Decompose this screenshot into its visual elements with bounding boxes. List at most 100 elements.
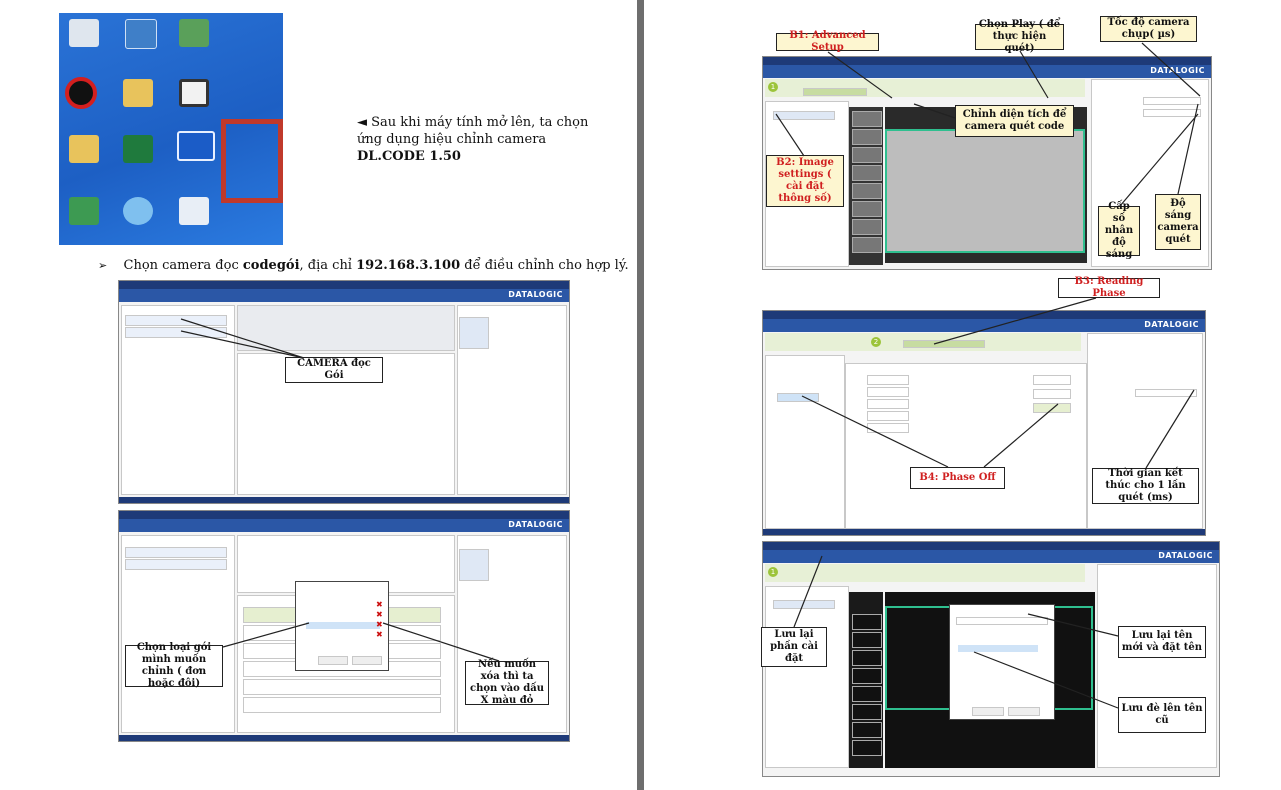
dlcode-app-icon[interactable] (177, 131, 215, 161)
gain-field[interactable] (1143, 109, 1201, 117)
pc-icon (69, 19, 99, 47)
config-name-field[interactable] (956, 617, 1048, 625)
delete-x-icon[interactable]: ✖ (376, 620, 383, 629)
thumbnail[interactable] (852, 632, 882, 648)
advanced-setup-tab[interactable] (803, 88, 867, 96)
camera-speed-callout: Tốc độ camera chụp( µs) (1100, 16, 1197, 42)
device-item[interactable] (125, 327, 227, 338)
delete-hint-callout: Nếu muốn xóa thì ta chọn vào dấu X màu đ… (465, 659, 549, 706)
camera-app-icon (179, 19, 209, 47)
device-selection-screenshot: DATALOGIC CAMERA đọc Gói (118, 280, 570, 504)
phase-node[interactable] (1033, 375, 1071, 385)
right-page: DATALOGIC 1 B1: Advanced Setup Chọn Play… (644, 0, 1281, 790)
folder-icon (69, 197, 99, 225)
task-item[interactable] (243, 679, 441, 695)
config-row[interactable] (306, 612, 380, 619)
menu-bar (119, 281, 569, 289)
caption-bold: 192.168.3.100 (356, 258, 461, 273)
config-row[interactable] (958, 635, 1038, 642)
thumbnail[interactable] (852, 165, 882, 181)
task-item[interactable] (243, 697, 441, 713)
save-config-screenshot: DATALOGIC 1 (762, 541, 1220, 777)
thumbnail[interactable] (852, 614, 882, 630)
exposure-field[interactable] (1143, 97, 1201, 105)
image-settings-node[interactable] (773, 111, 835, 120)
phase-node[interactable] (867, 375, 909, 385)
ok-button[interactable] (972, 707, 1004, 716)
device-item[interactable] (125, 315, 227, 326)
brand-logo: DATALOGIC (1158, 551, 1213, 560)
drop-area (237, 305, 455, 351)
thumbnail[interactable] (852, 668, 882, 684)
image-settings-node[interactable] (773, 600, 835, 609)
page-divider (637, 0, 644, 790)
ok-button[interactable] (318, 656, 348, 665)
caption-text: , địa chỉ (299, 258, 357, 273)
thumbnail[interactable] (852, 686, 882, 702)
toolbar (763, 65, 1211, 78)
phase-node[interactable] (1033, 389, 1071, 399)
play-callout: Chọn Play ( để thực hiện quét) (975, 19, 1064, 54)
phase-node[interactable] (1033, 403, 1071, 413)
qr-icon (179, 79, 209, 107)
app-highlight-box (221, 119, 283, 203)
cancel-button[interactable] (1008, 707, 1040, 716)
thumbnail[interactable] (852, 237, 882, 253)
thumbnail[interactable] (852, 219, 882, 235)
config-row[interactable] (306, 592, 380, 599)
delete-x-icon[interactable]: ✖ (376, 600, 383, 609)
config-row[interactable] (306, 602, 380, 609)
bullet-icon: ➢ (98, 259, 108, 272)
save-config-dialog (949, 604, 1055, 720)
thumbnail[interactable] (852, 147, 882, 163)
configuration-dialog: ✖ ✖ ✖ ✖ (295, 581, 389, 671)
thumbnail[interactable] (852, 722, 882, 738)
b4-callout: B4: Phase Off (910, 467, 1005, 489)
device-item[interactable] (125, 547, 227, 558)
thumbnail[interactable] (852, 650, 882, 666)
status-bar (763, 529, 1205, 535)
config-row[interactable] (958, 665, 1038, 672)
automatic-setup-panel (1097, 564, 1217, 768)
phase-node[interactable] (867, 387, 909, 397)
phase-off-field[interactable] (1135, 389, 1197, 397)
thumbnail[interactable] (852, 183, 882, 199)
setup-step-bar (765, 564, 1085, 582)
network-icon (123, 197, 153, 225)
scan-area[interactable] (885, 129, 1085, 253)
config-row-selected[interactable] (958, 645, 1038, 652)
config-row-selected[interactable] (306, 622, 380, 629)
excel-icon (123, 135, 153, 163)
status-bar (119, 735, 569, 741)
step-number: 1 (768, 82, 778, 92)
delete-x-icon[interactable]: ✖ (376, 630, 383, 639)
tree-panel (765, 586, 849, 768)
cancel-button[interactable] (352, 656, 382, 665)
config-row[interactable] (958, 655, 1038, 662)
thumbnail[interactable] (852, 740, 882, 756)
thumbnail[interactable] (852, 704, 882, 720)
phase-node[interactable] (867, 423, 909, 433)
help-thumbnail (459, 317, 489, 349)
phase-node[interactable] (867, 399, 909, 409)
delete-x-icon[interactable]: ✖ (376, 610, 383, 619)
b1-callout: B1: Advanced Setup (776, 30, 879, 53)
reading-phase-tab[interactable] (903, 340, 985, 348)
caption-line: ứng dụng hiệu chỉnh camera (357, 132, 547, 147)
save-settings-callout: Lưu lại phần cài đặt (761, 627, 827, 667)
help-thumbnail (459, 549, 489, 581)
phase-node[interactable] (867, 411, 909, 421)
b2-callout: B2: Image settings ( cài đặt thông số) (766, 155, 844, 207)
menu-bar (763, 311, 1205, 319)
folder-icon (123, 79, 153, 107)
phase-off-node[interactable] (777, 393, 819, 402)
thumbnail[interactable] (852, 201, 882, 217)
tree-panel (765, 355, 845, 529)
thumbnail[interactable] (852, 129, 882, 145)
desktop-screenshot (59, 13, 283, 245)
caption-bold: codegói (242, 258, 300, 273)
shortcut-icon (125, 19, 157, 49)
brightness-callout: Độ sáng camera quét (1155, 194, 1201, 250)
thumbnail[interactable] (852, 111, 882, 127)
device-item[interactable] (125, 559, 227, 570)
